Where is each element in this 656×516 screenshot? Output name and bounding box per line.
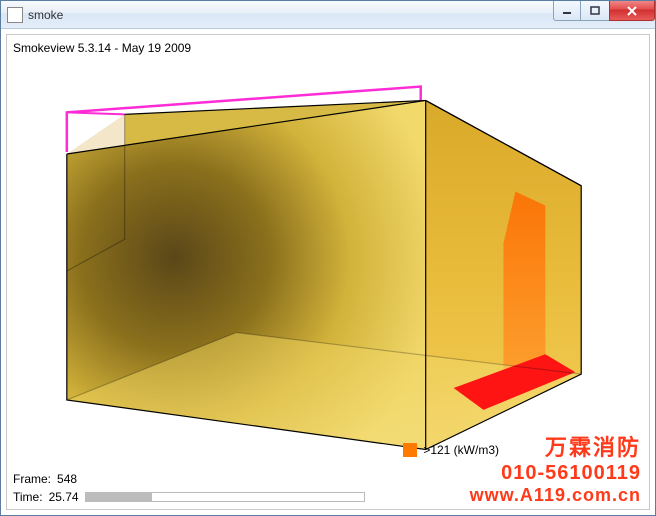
- legend: >121 (kW/m3): [403, 443, 499, 457]
- app-icon: [7, 7, 23, 23]
- time-slider-fill: [86, 493, 153, 501]
- open-boundary-outline-2: [67, 112, 125, 114]
- time-label: Time:: [13, 489, 43, 505]
- frame-label: Frame:: [13, 471, 51, 487]
- titlebar[interactable]: smoke: [1, 1, 655, 29]
- scene-svg: [7, 35, 649, 509]
- maximize-icon: [590, 6, 600, 16]
- time-slider[interactable]: [85, 492, 365, 502]
- minimize-icon: [562, 7, 572, 15]
- close-button[interactable]: [609, 1, 655, 21]
- window-controls: [553, 1, 655, 21]
- viewport-3d[interactable]: [7, 35, 649, 509]
- close-icon: [626, 5, 638, 17]
- frame-value: 548: [57, 471, 77, 487]
- window-title: smoke: [28, 8, 63, 22]
- client-area: Smokeview 5.3.14 - May 19 2009: [6, 34, 650, 510]
- time-row: Time: 25.74: [13, 489, 365, 505]
- frame-row: Frame: 548: [13, 471, 365, 487]
- maximize-button[interactable]: [581, 1, 609, 21]
- minimize-button[interactable]: [553, 1, 581, 21]
- fire-column: [503, 192, 545, 382]
- app-window: smoke Smokeview 5.3.14 - May 19 2009: [0, 0, 656, 516]
- legend-label: >121 (kW/m3): [423, 443, 499, 457]
- legend-swatch: [403, 443, 417, 457]
- status-area: Frame: 548 Time: 25.74: [13, 469, 365, 505]
- time-value: 25.74: [49, 489, 79, 505]
